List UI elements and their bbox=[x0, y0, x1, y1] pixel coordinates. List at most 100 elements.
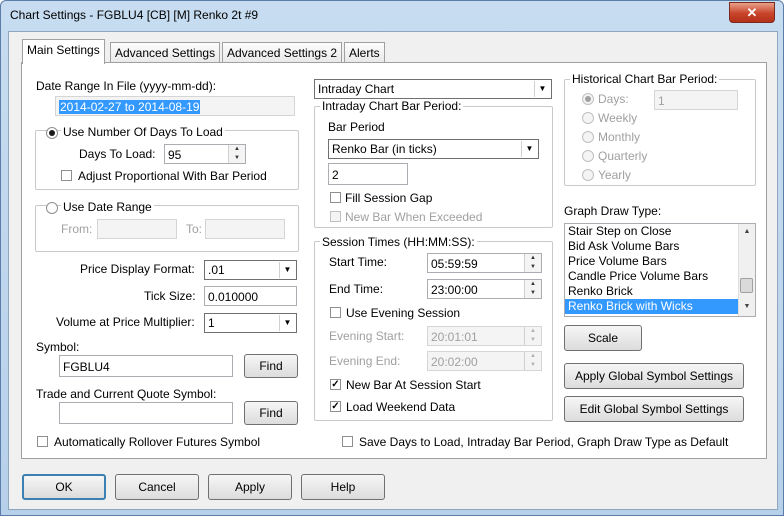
use-days-radio[interactable] bbox=[46, 127, 58, 139]
start-time-spinner[interactable]: ▲ ▼ bbox=[524, 254, 541, 272]
historical-bar-period-title: Historical Chart Bar Period: bbox=[570, 72, 720, 86]
fill-session-gap-checkbox[interactable] bbox=[330, 192, 341, 203]
scroll-up-icon[interactable]: ▲ bbox=[739, 224, 755, 239]
new-bar-session-start-checkbox[interactable]: ✓ bbox=[330, 379, 341, 390]
list-item[interactable]: Price Volume Bars bbox=[565, 254, 755, 269]
scroll-down-icon[interactable]: ▼ bbox=[739, 299, 755, 314]
from-label: From: bbox=[61, 222, 93, 236]
close-button[interactable]: ✕ bbox=[729, 2, 775, 23]
trade-symbol-input[interactable] bbox=[59, 402, 233, 424]
save-as-default-label: Save Days to Load, Intraday Bar Period, … bbox=[359, 435, 729, 449]
tick-size-label: Tick Size: bbox=[144, 289, 196, 303]
spin-down-icon[interactable]: ▼ bbox=[525, 361, 541, 370]
tab-alerts[interactable]: Alerts bbox=[344, 42, 385, 63]
yearly-radio[interactable] bbox=[582, 169, 594, 181]
list-item[interactable]: Stair Step on Close bbox=[565, 224, 755, 239]
use-date-range-radio[interactable] bbox=[46, 202, 58, 214]
bar-period-value: Renko Bar (in ticks) bbox=[332, 142, 437, 156]
tab-advanced-settings-2[interactable]: Advanced Settings 2 bbox=[222, 42, 343, 63]
spin-up-icon[interactable]: ▲ bbox=[525, 352, 541, 361]
to-label: To: bbox=[186, 222, 203, 236]
session-times-title: Session Times (HH:MM:SS): bbox=[320, 235, 477, 249]
use-date-range-label: Use Date Range bbox=[61, 200, 154, 214]
list-item[interactable]: Candle Price Volume Bars bbox=[565, 269, 755, 284]
save-as-default-checkbox[interactable] bbox=[342, 436, 353, 447]
start-time-input[interactable]: 05:59:59 ▲ ▼ bbox=[427, 253, 542, 273]
help-button[interactable]: Help bbox=[301, 474, 385, 500]
weekly-radio[interactable] bbox=[582, 112, 594, 124]
new-bar-exceeded-label: New Bar When Exceeded bbox=[345, 210, 483, 224]
spin-up-icon[interactable]: ▲ bbox=[229, 145, 245, 154]
evening-start-spinner[interactable]: ▲ ▼ bbox=[524, 327, 541, 345]
end-time-input[interactable]: 23:00:00 ▲ ▼ bbox=[427, 279, 542, 299]
evening-start-input[interactable]: 20:01:01 ▲ ▼ bbox=[427, 326, 542, 346]
scale-button[interactable]: Scale bbox=[564, 325, 642, 351]
title-bar[interactable]: Chart Settings - FGBLU4 [CB] [M] Renko 2… bbox=[1, 1, 783, 31]
fill-session-gap-label: Fill Session Gap bbox=[345, 191, 433, 205]
symbol-value: FGBLU4 bbox=[63, 360, 110, 374]
bar-period-select[interactable]: Renko Bar (in ticks) ▼ bbox=[328, 139, 539, 159]
tab-main-settings[interactable]: Main Settings bbox=[22, 39, 105, 64]
monthly-radio[interactable] bbox=[582, 131, 594, 143]
find-symbol-button[interactable]: Find bbox=[244, 354, 298, 378]
evening-end-spinner[interactable]: ▲ ▼ bbox=[524, 352, 541, 370]
intraday-bar-period-title: Intraday Chart Bar Period: bbox=[320, 99, 464, 113]
spin-down-icon[interactable]: ▼ bbox=[525, 289, 541, 298]
vap-multiplier-select[interactable]: 1 ▼ bbox=[204, 313, 297, 333]
spin-up-icon[interactable]: ▲ bbox=[525, 254, 541, 263]
end-time-spinner[interactable]: ▲ ▼ bbox=[524, 280, 541, 298]
list-item[interactable]: Renko Brick bbox=[565, 284, 755, 299]
edit-global-settings-button[interactable]: Edit Global Symbol Settings bbox=[564, 396, 744, 422]
new-bar-exceeded-checkbox[interactable] bbox=[330, 211, 341, 222]
from-date-input[interactable] bbox=[97, 219, 177, 239]
days-to-load-value: 95 bbox=[168, 148, 182, 162]
days-input[interactable]: 1 bbox=[654, 90, 738, 110]
dialog-client: Main Settings Advanced Settings Advanced… bbox=[8, 31, 778, 510]
use-evening-session-checkbox[interactable] bbox=[330, 307, 341, 318]
bar-period-label: Bar Period bbox=[328, 120, 385, 134]
yearly-label: Yearly bbox=[598, 168, 631, 182]
apply-button[interactable]: Apply bbox=[208, 474, 292, 500]
bar-period-number-input[interactable]: 2 bbox=[328, 163, 408, 185]
spin-down-icon[interactable]: ▼ bbox=[525, 263, 541, 272]
list-item[interactable]: Bid Ask Volume Bars bbox=[565, 239, 755, 254]
spin-down-icon[interactable]: ▼ bbox=[525, 336, 541, 345]
apply-global-settings-button[interactable]: Apply Global Symbol Settings bbox=[564, 363, 744, 389]
dialog-window: Chart Settings - FGBLU4 [CB] [M] Renko 2… bbox=[0, 0, 784, 516]
load-weekend-data-label: Load Weekend Data bbox=[346, 400, 456, 414]
days-radio[interactable] bbox=[582, 93, 594, 105]
auto-rollover-checkbox[interactable] bbox=[37, 436, 48, 447]
use-evening-session-label: Use Evening Session bbox=[346, 306, 461, 320]
to-date-input[interactable] bbox=[205, 219, 285, 239]
spin-up-icon[interactable]: ▲ bbox=[525, 327, 541, 336]
chart-type-select[interactable]: Intraday Chart ▼ bbox=[314, 79, 552, 99]
chevron-down-icon: ▼ bbox=[279, 262, 295, 278]
tab-advanced-settings[interactable]: Advanced Settings bbox=[110, 42, 221, 63]
symbol-input[interactable]: FGBLU4 bbox=[59, 355, 233, 377]
evening-end-input[interactable]: 20:02:00 ▲ ▼ bbox=[427, 351, 542, 371]
new-bar-session-start-label: New Bar At Session Start bbox=[346, 378, 481, 392]
date-range-label: Date Range In File (yyyy-mm-dd): bbox=[36, 79, 217, 93]
quarterly-label: Quarterly bbox=[598, 149, 648, 163]
cancel-button[interactable]: Cancel bbox=[115, 474, 199, 500]
days-to-load-input[interactable]: 95 ▲ ▼ bbox=[164, 144, 246, 164]
chevron-down-icon: ▼ bbox=[279, 315, 295, 331]
spin-up-icon[interactable]: ▲ bbox=[525, 280, 541, 289]
list-scrollbar[interactable]: ▲ ▼ bbox=[738, 224, 755, 316]
find-trade-symbol-button[interactable]: Find bbox=[244, 401, 298, 425]
load-weekend-data-checkbox[interactable]: ✓ bbox=[330, 401, 341, 412]
graph-draw-type-list[interactable]: Stair Step on Close Bid Ask Volume Bars … bbox=[564, 223, 756, 317]
quarterly-radio[interactable] bbox=[582, 150, 594, 162]
scroll-thumb[interactable] bbox=[740, 278, 753, 293]
tick-size-input[interactable]: 0.010000 bbox=[204, 286, 297, 306]
chevron-down-icon: ▼ bbox=[534, 81, 550, 97]
adjust-proportional-checkbox[interactable] bbox=[61, 170, 72, 181]
ok-button[interactable]: OK bbox=[22, 474, 106, 500]
start-time-value: 05:59:59 bbox=[431, 257, 478, 271]
price-format-select[interactable]: .01 ▼ bbox=[204, 260, 297, 280]
spin-down-icon[interactable]: ▼ bbox=[229, 154, 245, 163]
list-item-selected[interactable]: Renko Brick with Wicks bbox=[565, 299, 755, 314]
days-value: 1 bbox=[658, 94, 665, 108]
days-to-load-spinner[interactable]: ▲ ▼ bbox=[228, 145, 245, 163]
graph-draw-type-label: Graph Draw Type: bbox=[564, 204, 662, 218]
